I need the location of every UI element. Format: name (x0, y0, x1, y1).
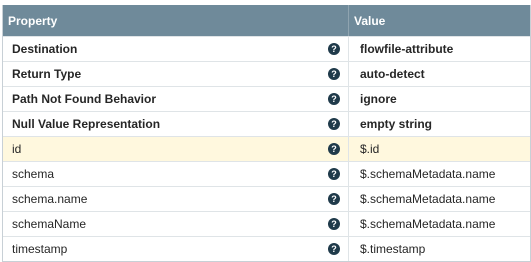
property-name: Null Value Representation (12, 117, 161, 131)
help-icon[interactable]: ? (328, 143, 340, 155)
value-cell[interactable]: $.timestamp (349, 237, 530, 261)
property-name: Return Type (12, 67, 82, 81)
property-cell: Return Type ? (3, 62, 349, 86)
help-icon[interactable]: ? (328, 243, 340, 255)
property-cell: timestamp ? (3, 237, 349, 261)
table-row[interactable]: schema.name ? $.schemaMetadata.name (3, 186, 530, 211)
column-header-value[interactable]: Value (349, 5, 530, 36)
property-cell: Destination ? (3, 37, 349, 61)
properties-table: Property Value Destination ? flowfile-at… (2, 5, 531, 262)
property-name: schemaName (12, 217, 87, 231)
help-icon[interactable]: ? (328, 93, 340, 105)
property-name: Destination (12, 42, 78, 56)
value-cell[interactable]: ignore (349, 87, 530, 111)
property-name: Path Not Found Behavior (12, 92, 156, 106)
value-cell[interactable]: $.schemaMetadata.name (349, 162, 530, 186)
value-cell[interactable]: $.schemaMetadata.name (349, 212, 530, 236)
value-cell[interactable]: $.schemaMetadata.name (349, 187, 530, 211)
table-row[interactable]: timestamp ? $.timestamp (3, 236, 530, 261)
value-cell[interactable]: flowfile-attribute (349, 37, 530, 61)
help-icon[interactable]: ? (328, 43, 340, 55)
table-row[interactable]: Path Not Found Behavior ? ignore (3, 86, 530, 111)
property-name: id (12, 142, 22, 156)
property-cell: Path Not Found Behavior ? (3, 87, 349, 111)
table-row[interactable]: schemaName ? $.schemaMetadata.name (3, 211, 530, 236)
table-row[interactable]: id ? $.id (3, 136, 530, 161)
property-name: timestamp (12, 242, 68, 256)
value-cell[interactable]: empty string (349, 112, 530, 136)
help-icon[interactable]: ? (328, 218, 340, 230)
table-row[interactable]: Null Value Representation ? empty string (3, 111, 530, 136)
table-header: Property Value (3, 5, 530, 36)
help-icon[interactable]: ? (328, 118, 340, 130)
table-row[interactable]: schema ? $.schemaMetadata.name (3, 161, 530, 186)
help-icon[interactable]: ? (328, 68, 340, 80)
property-cell: schema.name ? (3, 187, 349, 211)
value-cell[interactable]: $.id (349, 137, 530, 161)
table-row[interactable]: Destination ? flowfile-attribute (3, 36, 530, 61)
property-cell: schema ? (3, 162, 349, 186)
property-cell: id ? (3, 137, 349, 161)
help-icon[interactable]: ? (328, 168, 340, 180)
property-cell: schemaName ? (3, 212, 349, 236)
property-name: schema.name (12, 192, 88, 206)
value-cell[interactable]: auto-detect (349, 62, 530, 86)
help-icon[interactable]: ? (328, 193, 340, 205)
property-cell: Null Value Representation ? (3, 112, 349, 136)
property-name: schema (12, 167, 55, 181)
table-row[interactable]: Return Type ? auto-detect (3, 61, 530, 86)
column-header-property[interactable]: Property (3, 5, 349, 36)
